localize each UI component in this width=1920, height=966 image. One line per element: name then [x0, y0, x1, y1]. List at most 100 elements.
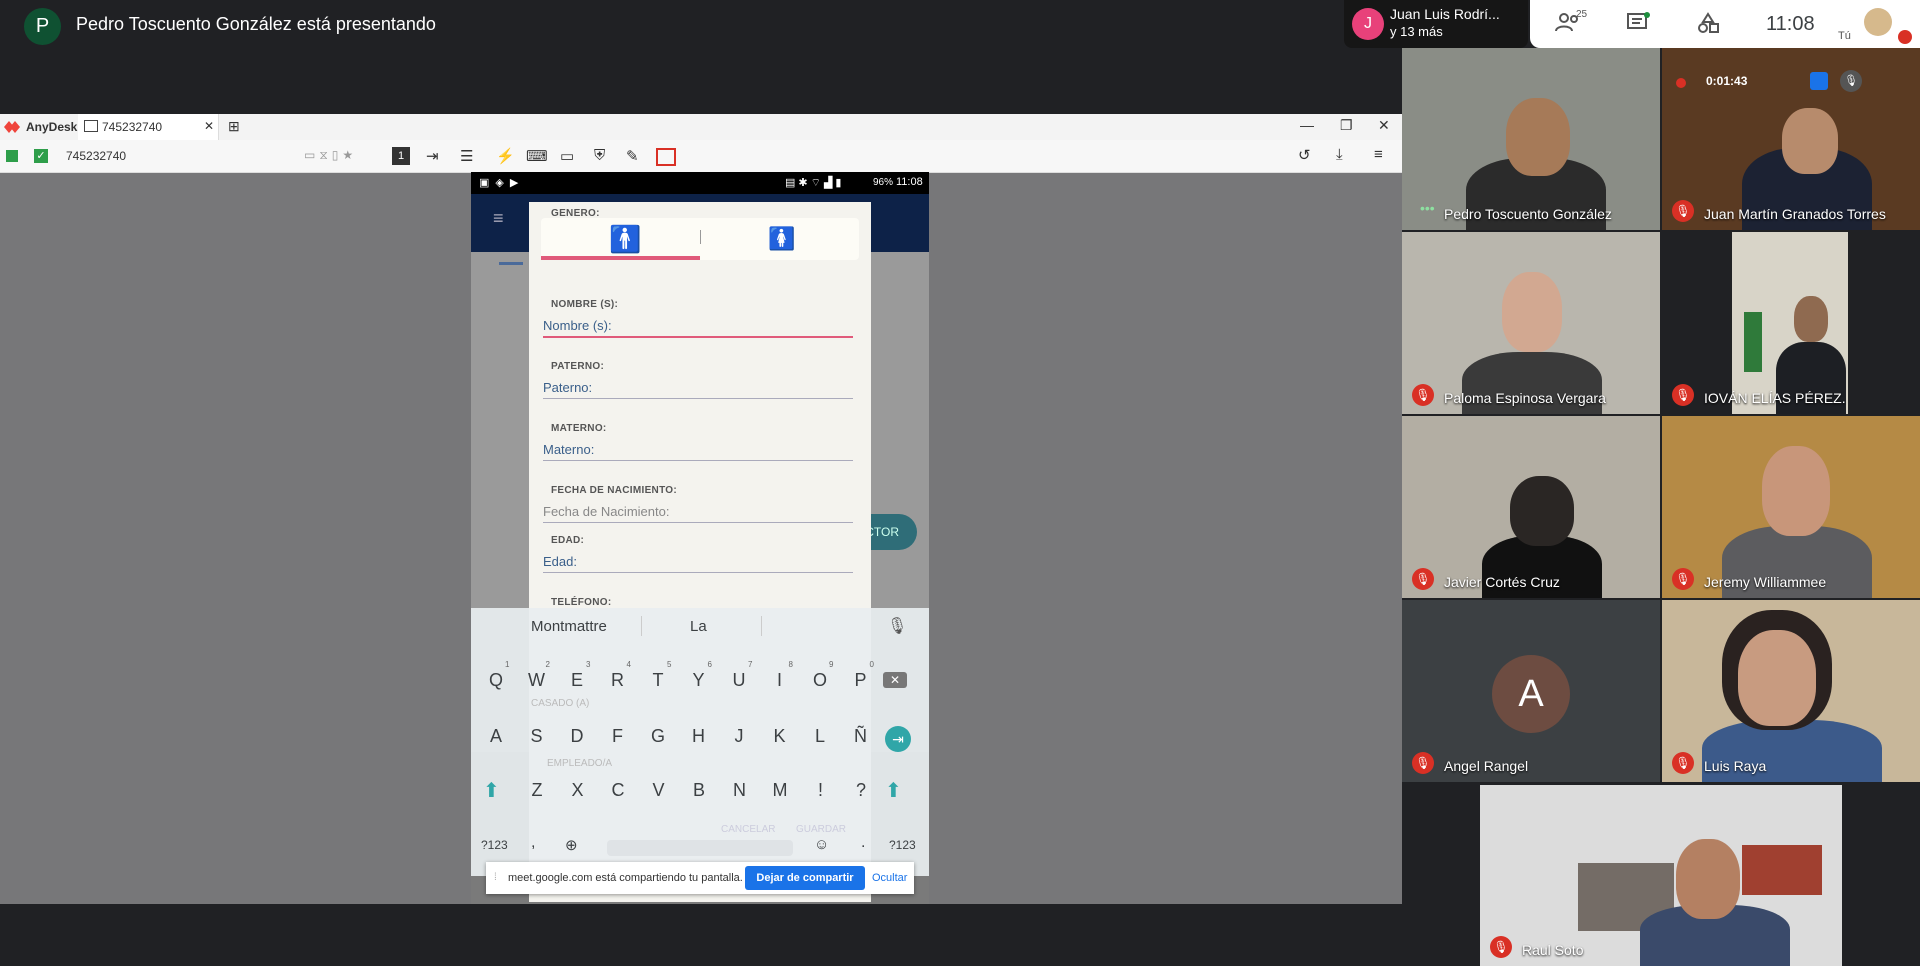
key-w[interactable]: W — [522, 670, 552, 691]
participant-tile[interactable]: A 🎙 Angel Rangel — [1402, 600, 1660, 782]
participant-tile[interactable]: 🎙 IOVÁN ELÍAS PÉREZ. — [1662, 232, 1920, 414]
shift-left-key[interactable]: ⬆ — [483, 778, 500, 803]
nombre-input[interactable]: Nombre (s): — [543, 318, 853, 338]
male-option[interactable]: 🚹 — [541, 218, 700, 260]
suggestion-1[interactable]: Montmattre — [531, 618, 607, 635]
mic-icon[interactable]: 🎙 — [887, 616, 907, 636]
participant-tile[interactable]: 🎙 Javier Cortés Cruz — [1402, 416, 1660, 598]
comma-key[interactable]: , — [531, 834, 535, 852]
key-row3-7[interactable]: ! — [806, 780, 836, 801]
key-s[interactable]: S — [522, 726, 552, 747]
key-p[interactable]: P — [846, 670, 876, 691]
key-e[interactable]: E — [562, 670, 592, 691]
key-f[interactable]: F — [603, 726, 633, 747]
shift-right-key[interactable]: ⬆ — [885, 778, 902, 803]
key-hint: 6 — [707, 660, 712, 669]
participant-video-face — [1794, 296, 1828, 342]
globe-icon[interactable]: ⊕ — [565, 836, 578, 854]
fecha-input[interactable]: Fecha de Nacimiento: — [543, 504, 853, 523]
enter-key[interactable]: ⇥ — [885, 726, 911, 752]
female-option[interactable]: 🚺 — [700, 218, 859, 260]
key-y[interactable]: Y — [684, 670, 714, 691]
menu-icon[interactable]: ≡ — [1374, 146, 1383, 163]
key-q[interactable]: Q — [481, 670, 511, 691]
key-r[interactable]: R — [603, 670, 633, 691]
key-h[interactable]: H — [684, 726, 714, 747]
participant-tile[interactable]: ••• Pedro Toscuento González — [1402, 48, 1660, 230]
key-d[interactable]: D — [562, 726, 592, 747]
participant-tile[interactable]: 0:01:43 🎙 🎙 Juan Martín Granados Torres — [1662, 48, 1920, 230]
key-i[interactable]: I — [765, 670, 795, 691]
speaking-indicator-icon: ••• — [1420, 200, 1435, 216]
key-g[interactable]: G — [643, 726, 673, 747]
emoji-icon[interactable]: ☺ — [814, 836, 829, 853]
edad-label: EDAD: — [551, 535, 585, 546]
anydesk-address[interactable]: 745232740 — [66, 149, 126, 163]
backspace-key[interactable]: ✕ — [883, 672, 907, 688]
restore-icon[interactable]: ❐ — [1340, 117, 1353, 134]
participant-name: IOVÁN ELÍAS PÉREZ. — [1704, 390, 1846, 406]
key-row3-5[interactable]: N — [725, 780, 755, 801]
key-l[interactable]: L — [805, 726, 835, 747]
key-ñ[interactable]: Ñ — [846, 726, 876, 747]
spacebar-key[interactable] — [607, 840, 793, 856]
key-k[interactable]: K — [765, 726, 795, 747]
recording-dot-icon — [1676, 78, 1686, 88]
selected-indicator — [541, 256, 700, 260]
whiteboard-icon[interactable]: ✎ — [626, 147, 639, 165]
chat-icon[interactable]: ☰ — [460, 147, 473, 165]
symbols-key-right[interactable]: ?123 — [889, 838, 916, 852]
anydesk-tab[interactable]: 745232740 ✕ — [78, 114, 219, 140]
key-row3-6[interactable]: M — [765, 780, 795, 801]
keyboard-icon[interactable]: ⌨ — [526, 147, 548, 165]
paterno-input[interactable]: Paterno: — [543, 380, 853, 399]
key-o[interactable]: O — [805, 670, 835, 691]
edad-input[interactable]: Edad: — [543, 554, 853, 573]
suggestion-2[interactable]: La — [690, 618, 707, 635]
address-actions-icons[interactable]: ▭⧖▯★ — [304, 148, 357, 163]
key-u[interactable]: U — [724, 670, 754, 691]
anydesk-app-name: AnyDesk — [26, 120, 78, 134]
symbols-key-left[interactable]: ?123 — [481, 838, 508, 852]
drag-handle-icon[interactable]: ⁞ — [494, 872, 497, 883]
display-select[interactable]: 1 — [392, 147, 410, 165]
new-tab-icon[interactable]: ⊞ — [228, 118, 240, 135]
download-icon[interactable]: ⤓ — [1336, 146, 1343, 163]
history-icon[interactable]: ↺ — [1298, 146, 1311, 164]
tab-close-icon[interactable]: ✕ — [204, 119, 214, 133]
hamburger-icon[interactable]: ≡ — [493, 208, 504, 229]
record-icon[interactable] — [656, 148, 676, 166]
self-avatar[interactable] — [1864, 8, 1892, 36]
period-key[interactable]: . — [861, 834, 865, 852]
permissions-icon[interactable]: ⛨ — [594, 147, 605, 164]
participant-tile[interactable]: 🎙 Raul Soto — [1480, 785, 1842, 966]
mic-off-icon[interactable]: 🎙 — [1840, 70, 1862, 92]
key-j[interactable]: J — [724, 726, 754, 747]
anydesk-toolbar: ✓ 745232740 ▭⧖▯★ 1 ⇥ ☰ ⚡ ⌨ ▭ ⛨ ✎ ↺ ⤓ ≡ — [0, 140, 1402, 173]
key-row3-3[interactable]: V — [644, 780, 674, 801]
display-icon[interactable]: ▭ — [560, 147, 574, 165]
participant-tile[interactable]: 🎙 Paloma Espinosa Vergara — [1402, 232, 1660, 414]
activities-icon[interactable] — [1696, 12, 1720, 40]
stop-recording-button[interactable] — [1810, 72, 1828, 90]
hide-link[interactable]: Ocultar — [872, 872, 907, 884]
meet-top-toolbar: 25 11:08 Tú — [1530, 0, 1920, 48]
actions-icon[interactable]: ⚡ — [496, 147, 515, 165]
stop-sharing-button[interactable]: Dejar de compartir — [745, 866, 865, 890]
participant-tile[interactable]: 🎙 Jeremy Williammee — [1662, 416, 1920, 598]
key-a[interactable]: A — [481, 726, 511, 747]
participant-video-face — [1782, 108, 1838, 174]
key-t[interactable]: T — [643, 670, 673, 691]
key-row3-2[interactable]: C — [603, 780, 633, 801]
key-row3-1[interactable]: X — [563, 780, 593, 801]
key-row3-4[interactable]: B — [684, 780, 714, 801]
chat-icon[interactable] — [1626, 12, 1650, 40]
materno-input[interactable]: Materno: — [543, 442, 853, 461]
transfer-icon[interactable]: ⇥ — [426, 147, 439, 165]
participant-tile[interactable]: 🎙 Luis Raya — [1662, 600, 1920, 782]
wall-painting-graphic — [1742, 845, 1822, 895]
minimize-icon[interactable]: — — [1300, 117, 1314, 133]
key-row3-0[interactable]: Z — [522, 780, 552, 801]
key-row3-8[interactable]: ? — [846, 780, 876, 801]
window-close-icon[interactable]: ✕ — [1378, 117, 1390, 134]
